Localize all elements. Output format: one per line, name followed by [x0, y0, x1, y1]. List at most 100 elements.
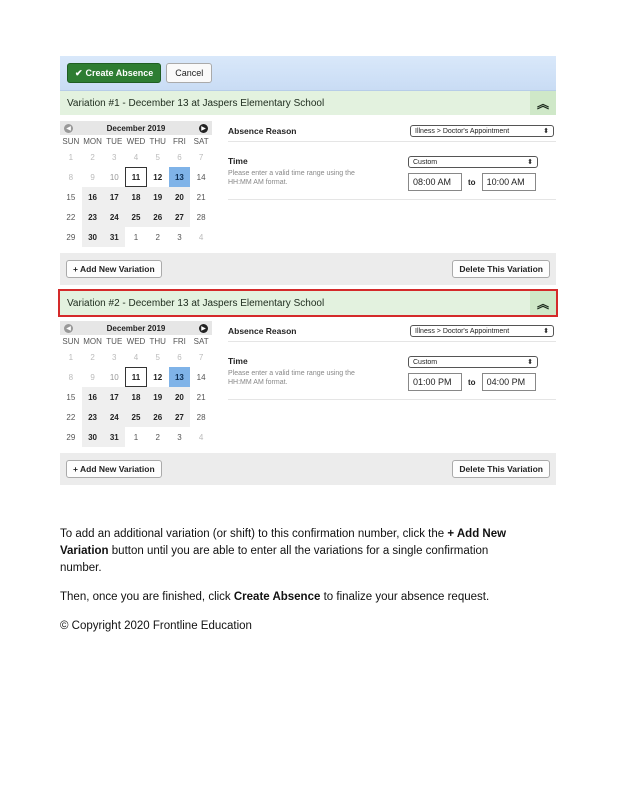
calendar-day[interactable]: 2 [147, 427, 169, 447]
calendar-day[interactable]: 26 [146, 407, 169, 427]
calendar-day[interactable]: 29 [60, 427, 82, 447]
create-absence-button[interactable]: ✔ Create Absence [67, 63, 162, 83]
calendar-day[interactable]: 4 [125, 347, 147, 367]
weekday-header: MON [83, 336, 102, 346]
calendar-day[interactable]: 17 [103, 387, 126, 407]
calendar-day[interactable]: 6 [169, 147, 191, 167]
delete-variation-button[interactable]: Delete This Variation [452, 260, 550, 278]
calendar-day[interactable]: 1 [125, 227, 147, 247]
absence-reason-select[interactable]: Illness > Doctor's Appointment ⬍ [410, 125, 554, 137]
calendar-day[interactable]: 13 [168, 367, 191, 387]
chevron-right-icon[interactable]: ▶ [199, 323, 208, 333]
weekday-header: TUE [106, 336, 123, 346]
calendar-day[interactable]: 22 [60, 207, 82, 227]
calendar-day[interactable]: 5 [147, 347, 169, 367]
delete-variation-button[interactable]: Delete This Variation [452, 460, 550, 478]
calendar-day[interactable]: 21 [190, 387, 212, 407]
calendar-day[interactable]: 19 [146, 187, 169, 207]
calendar-day[interactable]: 15 [60, 187, 82, 207]
calendar-day[interactable]: 22 [60, 407, 82, 427]
calendar-day[interactable]: 2 [147, 227, 169, 247]
calendar-day[interactable]: 23 [81, 407, 104, 427]
add-new-variation-button[interactable]: + Add New Variation [66, 460, 162, 478]
calendar-day[interactable]: 27 [168, 207, 191, 227]
calendar-day[interactable]: 1 [60, 347, 82, 367]
calendar-month: December 2019 [106, 323, 166, 333]
calendar-day[interactable]: 4 [125, 147, 147, 167]
calendar-day[interactable]: 14 [190, 367, 212, 387]
calendar-day[interactable]: 20 [168, 387, 191, 407]
calendar-day[interactable]: 9 [82, 367, 104, 387]
calendar-day[interactable]: 16 [81, 387, 104, 407]
calendar-day[interactable]: 26 [146, 207, 169, 227]
chevron-right-icon[interactable]: ▶ [199, 123, 208, 133]
calendar-day[interactable]: 24 [103, 207, 126, 227]
time-type-value: Custom [413, 358, 438, 366]
calendar-day[interactable]: 29 [60, 227, 82, 247]
calendar-day[interactable]: 28 [190, 407, 212, 427]
calendar-day[interactable]: 17 [103, 187, 126, 207]
calendar-day[interactable]: 31 [103, 427, 126, 447]
variation-header[interactable]: Variation #1 - December 13 at Jaspers El… [60, 91, 556, 115]
start-time-input[interactable]: 01:00 PM [408, 373, 462, 391]
calendar-day[interactable]: 25 [125, 207, 147, 227]
calendar-day[interactable]: 7 [190, 147, 212, 167]
chevron-left-icon[interactable]: ◀ [64, 123, 73, 133]
calendar-day[interactable]: 4 [190, 227, 212, 247]
calendar-day[interactable]: 30 [81, 427, 104, 447]
end-time-input[interactable]: 10:00 AM [481, 173, 536, 191]
calendar-day[interactable]: 8 [60, 167, 82, 187]
chevron-left-icon[interactable]: ◀ [64, 323, 73, 333]
calendar-day[interactable]: 3 [169, 227, 191, 247]
calendar-day[interactable]: 30 [81, 227, 104, 247]
add-new-variation-button[interactable]: + Add New Variation [66, 260, 162, 278]
end-time-input[interactable]: 04:00 PM [481, 373, 536, 391]
calendar-day[interactable]: 11 [125, 167, 147, 187]
calendar-day[interactable]: 1 [60, 147, 82, 167]
time-type-select[interactable]: Custom ⬍ [408, 356, 538, 368]
chevron-double-up-icon[interactable]: ︽ [530, 91, 556, 115]
calendar-day[interactable]: 20 [168, 187, 191, 207]
calendar-day[interactable]: 9 [82, 167, 104, 187]
calendar-day[interactable]: 16 [81, 187, 104, 207]
start-time-input[interactable]: 08:00 AM [408, 173, 462, 191]
calendar-day[interactable]: 8 [60, 367, 82, 387]
calendar-day[interactable]: 11 [125, 367, 147, 387]
calendar-day[interactable]: 14 [190, 167, 212, 187]
time-type-select[interactable]: Custom ⬍ [408, 156, 538, 168]
calendar-day[interactable]: 12 [147, 367, 169, 387]
calendar-day[interactable]: 18 [125, 387, 147, 407]
calendar-day[interactable]: 4 [190, 427, 212, 447]
calendar-day[interactable]: 3 [103, 347, 125, 367]
absence-reason-select[interactable]: Illness > Doctor's Appointment ⬍ [410, 325, 554, 337]
calendar-day[interactable]: 27 [168, 407, 191, 427]
calendar-day[interactable]: 19 [146, 387, 169, 407]
calendar-day[interactable]: 15 [60, 387, 82, 407]
calendar-day[interactable]: 7 [190, 347, 212, 367]
absence-reason-label: Absence Reason [228, 126, 297, 136]
calendar-day[interactable]: 25 [125, 407, 147, 427]
calendar-day[interactable]: 28 [190, 207, 212, 227]
calendar-day[interactable]: 3 [169, 427, 191, 447]
calendar-day[interactable]: 13 [168, 167, 191, 187]
calendar-day[interactable]: 31 [103, 227, 126, 247]
calendar: ◀ December 2019 ▶ SUN MON TUE WED THU FRI SAT … [60, 321, 212, 453]
calendar-day[interactable]: 1 [125, 427, 147, 447]
chevron-updown-icon: ⬍ [543, 328, 549, 335]
variation-header[interactable]: Variation #2 - December 13 at Jaspers El… [58, 289, 558, 317]
calendar-day[interactable]: 23 [81, 207, 104, 227]
calendar-day[interactable]: 12 [147, 167, 169, 187]
calendar-day[interactable]: 10 [103, 167, 125, 187]
variation-title: Variation #1 - December 13 at Jaspers El… [67, 97, 325, 109]
calendar-day[interactable]: 24 [103, 407, 126, 427]
calendar-day[interactable]: 10 [103, 367, 125, 387]
chevron-double-up-icon[interactable]: ︽ [530, 291, 556, 315]
calendar-day[interactable]: 18 [125, 187, 147, 207]
calendar-day[interactable]: 2 [82, 147, 104, 167]
calendar-day[interactable]: 21 [190, 187, 212, 207]
cancel-button[interactable]: Cancel [166, 63, 213, 83]
calendar-day[interactable]: 5 [147, 147, 169, 167]
calendar-day[interactable]: 6 [169, 347, 191, 367]
calendar-day[interactable]: 3 [103, 147, 125, 167]
calendar-day[interactable]: 2 [82, 347, 104, 367]
